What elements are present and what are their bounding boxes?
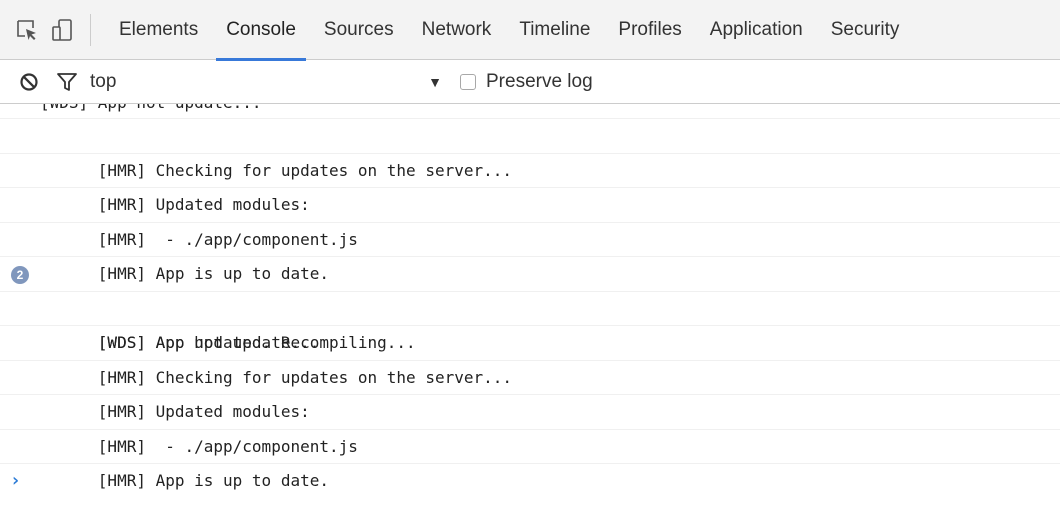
filter-icon[interactable]: [50, 67, 84, 97]
console-message: [HMR] App is up to date.: [0, 223, 1060, 283]
console-message: [HMR] - ./app/component.js: [0, 188, 1060, 249]
console-message: [HMR] Checking for updates on the server…: [0, 119, 1060, 180]
console-message: [HMR] Updated modules:: [0, 154, 1060, 214]
console-message-text: [WDS] App hot update...: [40, 104, 262, 116]
panel-tabs: Elements Console Sources Network Timelin…: [105, 0, 914, 61]
console-message: [HMR] - ./app/component.js: [0, 395, 1060, 456]
clear-console-icon[interactable]: [14, 67, 44, 97]
execution-context-value: top: [90, 70, 117, 92]
preserve-log-checkbox[interactable]: [460, 73, 476, 90]
console-message: 2 [WDS] App updated. Recompiling...: [0, 257, 1060, 352]
tab-sources[interactable]: Sources: [310, 0, 408, 60]
tab-security[interactable]: Security: [817, 0, 914, 60]
console-toolbar: top ▼ Preserve log: [0, 60, 1060, 104]
console-message-clipped: [WDS] App hot update...: [0, 104, 1060, 119]
console-message: [HMR] Updated modules:: [0, 361, 1060, 421]
preserve-log-label: Preserve log: [486, 70, 593, 92]
devtools-tabbar: Elements Console Sources Network Timelin…: [0, 0, 1060, 61]
console-message: [WDS] App hot update...: [0, 292, 1060, 352]
tab-console[interactable]: Console: [212, 0, 310, 61]
execution-context-select[interactable]: top ▼: [90, 71, 460, 93]
console-message: [HMR] Checking for updates on the server…: [0, 326, 1060, 387]
console-message: [HMR] App is up to date.: [0, 430, 1060, 490]
prompt-chevron-icon: ›: [10, 470, 21, 491]
devtools-window: Elements Console Sources Network Timelin…: [0, 0, 1060, 506]
inspect-element-icon[interactable]: [10, 10, 44, 50]
chevron-down-icon: ▼: [428, 73, 442, 90]
tab-elements[interactable]: Elements: [105, 0, 212, 60]
device-mode-icon[interactable]: [44, 10, 80, 50]
console-message-text: [HMR] App is up to date.: [97, 471, 329, 490]
toolbar-separator: [90, 13, 91, 46]
tab-profiles[interactable]: Profiles: [604, 0, 695, 60]
tab-timeline[interactable]: Timeline: [505, 0, 604, 60]
tab-network[interactable]: Network: [408, 0, 506, 60]
console-messages: [WDS] App hot update... [HMR] Checking f…: [0, 104, 1060, 506]
preserve-log-toggle[interactable]: Preserve log: [460, 71, 593, 93]
repeat-count-badge: 2: [11, 266, 29, 284]
tab-application[interactable]: Application: [696, 0, 817, 60]
